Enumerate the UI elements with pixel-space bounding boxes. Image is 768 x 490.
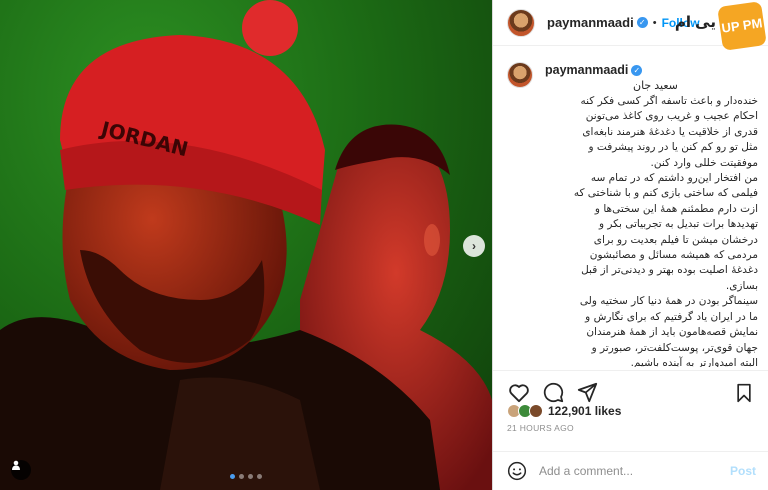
post-image[interactable]: JORDAN › — [0, 0, 492, 490]
carousel-dot — [239, 474, 244, 479]
watermark-logo: UP PM — [717, 1, 767, 51]
comment-bar: Post — [493, 451, 768, 490]
post-header: paymanmaadi ✓ • Follow یی ام UP PM — [493, 0, 768, 51]
caption-area: paymanmaadi ✓ سعید جان خنده‌دار و باعث تا… — [493, 47, 768, 367]
carousel-dot — [257, 474, 262, 479]
post-timestamp[interactable]: 21 HOURS AGO — [507, 423, 574, 433]
smile-icon[interactable] — [507, 461, 527, 481]
verified-badge-icon: ✓ — [631, 65, 643, 76]
liker-avatar — [529, 404, 543, 418]
likes-count[interactable]: 122,901 likes — [548, 404, 621, 418]
carousel-dot — [230, 474, 235, 479]
watermark-text: یی ام — [674, 14, 716, 31]
chevron-right-icon[interactable]: › — [463, 235, 485, 257]
caption-text: خنده‌دار و باعث تاسفه اگر کسی فکر کنه اح… — [573, 95, 758, 367]
share-icon[interactable] — [575, 381, 599, 405]
header-separator: • — [652, 16, 657, 29]
header-username[interactable]: paymanmaadi — [547, 15, 634, 30]
comment-icon[interactable] — [541, 381, 565, 405]
user-tag-icon[interactable] — [11, 460, 31, 480]
caption-avatar[interactable] — [507, 62, 533, 88]
carousel-dot — [248, 474, 253, 479]
action-bar — [493, 370, 768, 406]
post-photo-illustration: JORDAN — [0, 0, 492, 490]
watermark-logo-text: UP PM — [720, 15, 764, 36]
carousel-indicator — [230, 474, 262, 479]
avatar[interactable] — [507, 8, 535, 37]
post-details-panel: paymanmaadi ✓ • Follow یی ام UP PM payma… — [492, 0, 768, 490]
caption-greeting: سعید جان — [633, 80, 678, 92]
likes-row: 122,901 likes — [507, 404, 621, 418]
heart-icon[interactable] — [507, 381, 531, 405]
comment-input[interactable] — [539, 464, 730, 478]
caption-username[interactable]: paymanmaadi — [545, 63, 628, 77]
bookmark-icon[interactable] — [732, 381, 756, 405]
verified-badge-icon: ✓ — [636, 17, 648, 28]
liker-avatars[interactable] — [507, 404, 543, 418]
post-comment-button[interactable]: Post — [730, 464, 756, 478]
